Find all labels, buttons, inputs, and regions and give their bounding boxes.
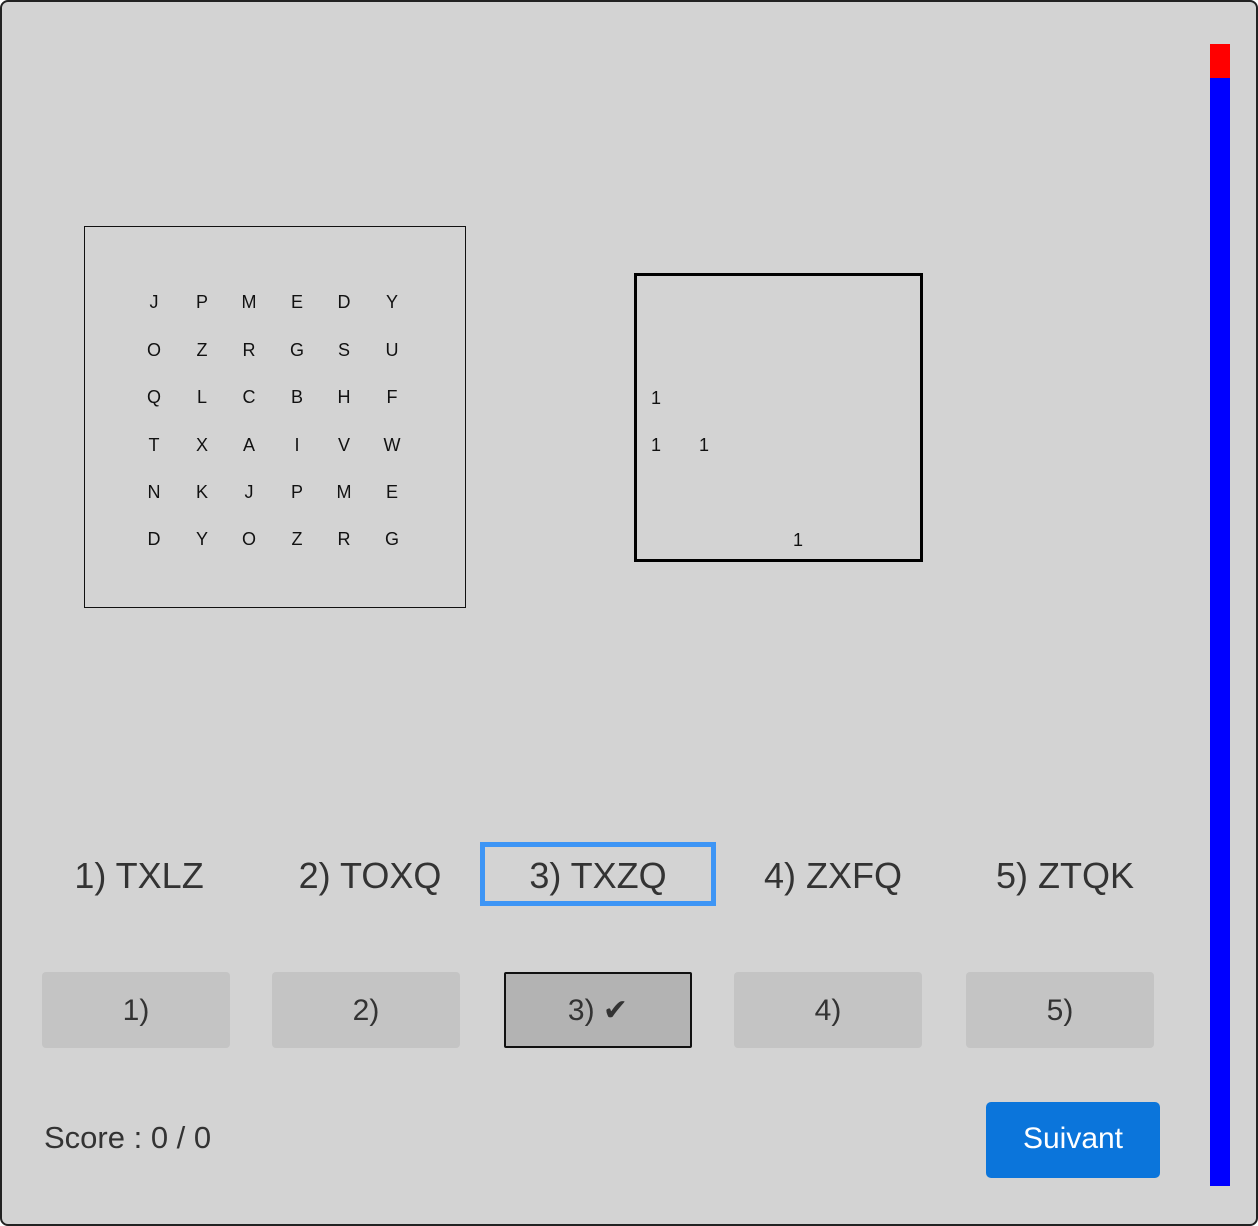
grid-letter: E	[290, 292, 303, 312]
grid-letter: U	[385, 340, 399, 360]
grid-letter: O	[146, 340, 161, 360]
grid-letter: N	[147, 482, 161, 502]
answer-cell	[877, 386, 907, 410]
grid-letter: A	[242, 435, 255, 455]
choice-button-2[interactable]: 2)	[272, 972, 460, 1048]
quiz-panel: JPMEDYOZRGSUQLCBHFTXAIVWNKJPMEDYOZRG 111…	[0, 0, 1258, 1226]
answer-cell	[783, 182, 813, 206]
grid-letter: K	[195, 482, 208, 502]
answer-cell	[783, 229, 813, 253]
answer-cell	[830, 182, 860, 206]
grid-letter: D	[337, 292, 351, 312]
answer-cell	[736, 528, 766, 552]
answer-cell	[736, 182, 766, 206]
answer-cell	[783, 433, 813, 457]
grid-letter: S	[337, 340, 350, 360]
answer-cell: 1	[792, 530, 803, 550]
answer-cell	[877, 433, 907, 457]
grid-letter: R	[242, 340, 256, 360]
grid-letter: V	[337, 435, 350, 455]
answer-cell	[689, 528, 719, 552]
answer-cell	[736, 481, 766, 505]
answer-cell	[641, 528, 671, 552]
choice-button-1[interactable]: 1)	[42, 972, 230, 1048]
grid-letter: R	[337, 529, 351, 549]
grid-letter: L	[196, 387, 207, 407]
grid-letter: O	[241, 529, 256, 549]
answer-cell	[641, 481, 671, 505]
answer-cell	[736, 433, 766, 457]
answer-cell	[877, 528, 907, 552]
grid-letter: J	[244, 482, 254, 502]
grid-letter: Z	[291, 529, 303, 549]
grid-letter: J	[149, 292, 159, 312]
timer-bar	[1210, 44, 1230, 1186]
choice-button-5[interactable]: 5)	[966, 972, 1154, 1048]
timer-elapsed-fill	[1210, 44, 1230, 79]
answer-cell: 1	[650, 388, 661, 408]
answer-cell	[830, 433, 860, 457]
grid-letter: T	[148, 435, 160, 455]
answer-cell	[689, 182, 719, 206]
answer-cell	[689, 229, 719, 253]
answer-cell	[830, 481, 860, 505]
grid-letter: I	[294, 435, 300, 455]
grid-letter: G	[384, 529, 399, 549]
grid-letter: Q	[146, 387, 161, 407]
answer-cell	[783, 386, 813, 410]
grid-letter: H	[337, 387, 351, 407]
grid-letter: C	[242, 387, 256, 407]
choice-button-3[interactable]: 3) ✔	[504, 972, 692, 1048]
answer-cell	[689, 481, 719, 505]
answer-cell	[877, 182, 907, 206]
answer-cell: 1	[650, 435, 661, 455]
next-button[interactable]: Suivant	[986, 1102, 1160, 1178]
answer-cell: 1	[698, 435, 709, 455]
option-1: 1) TXLZ	[74, 855, 204, 896]
grid-letter: G	[289, 340, 304, 360]
score-label: Score : 0 / 0	[44, 1120, 212, 1155]
grid-letter: E	[385, 482, 398, 502]
answer-cell	[736, 229, 766, 253]
grid-letter: X	[195, 435, 208, 455]
option-4: 4) ZXFQ	[763, 855, 902, 896]
answer-cell	[736, 386, 766, 410]
grid-letter: F	[386, 387, 398, 407]
grid-letter: P	[195, 292, 208, 312]
grid-letter: B	[290, 387, 303, 407]
grid-letter: Y	[385, 292, 398, 312]
answer-cell	[641, 182, 671, 206]
grid-letter: P	[290, 482, 303, 502]
answer-cell	[689, 386, 719, 410]
answer-cell	[641, 229, 671, 253]
grid-letter: Y	[195, 529, 208, 549]
answer-cell	[830, 386, 860, 410]
answer-cell	[783, 481, 813, 505]
answer-cell	[877, 229, 907, 253]
answer-cell	[877, 481, 907, 505]
option-5: 5) ZTQK	[995, 855, 1134, 896]
grid-letter: M	[241, 292, 257, 312]
grid-letter: D	[147, 529, 161, 549]
grid-letter: Z	[196, 340, 208, 360]
option-3: 3) TXZQ	[480, 842, 716, 906]
answer-cell	[830, 528, 860, 552]
answer-grid: 1 1 1 1	[634, 273, 923, 562]
option-2: 2) TOXQ	[298, 855, 442, 896]
grid-letter: W	[383, 435, 401, 455]
letter-grid: J P M E D Y O Z R G S U Q L C B H F T X A I V W N K J P M E D Y O Z R G	[84, 226, 466, 608]
grid-letter: M	[336, 482, 352, 502]
answer-cell	[830, 229, 860, 253]
choice-button-4[interactable]: 4)	[734, 972, 922, 1048]
